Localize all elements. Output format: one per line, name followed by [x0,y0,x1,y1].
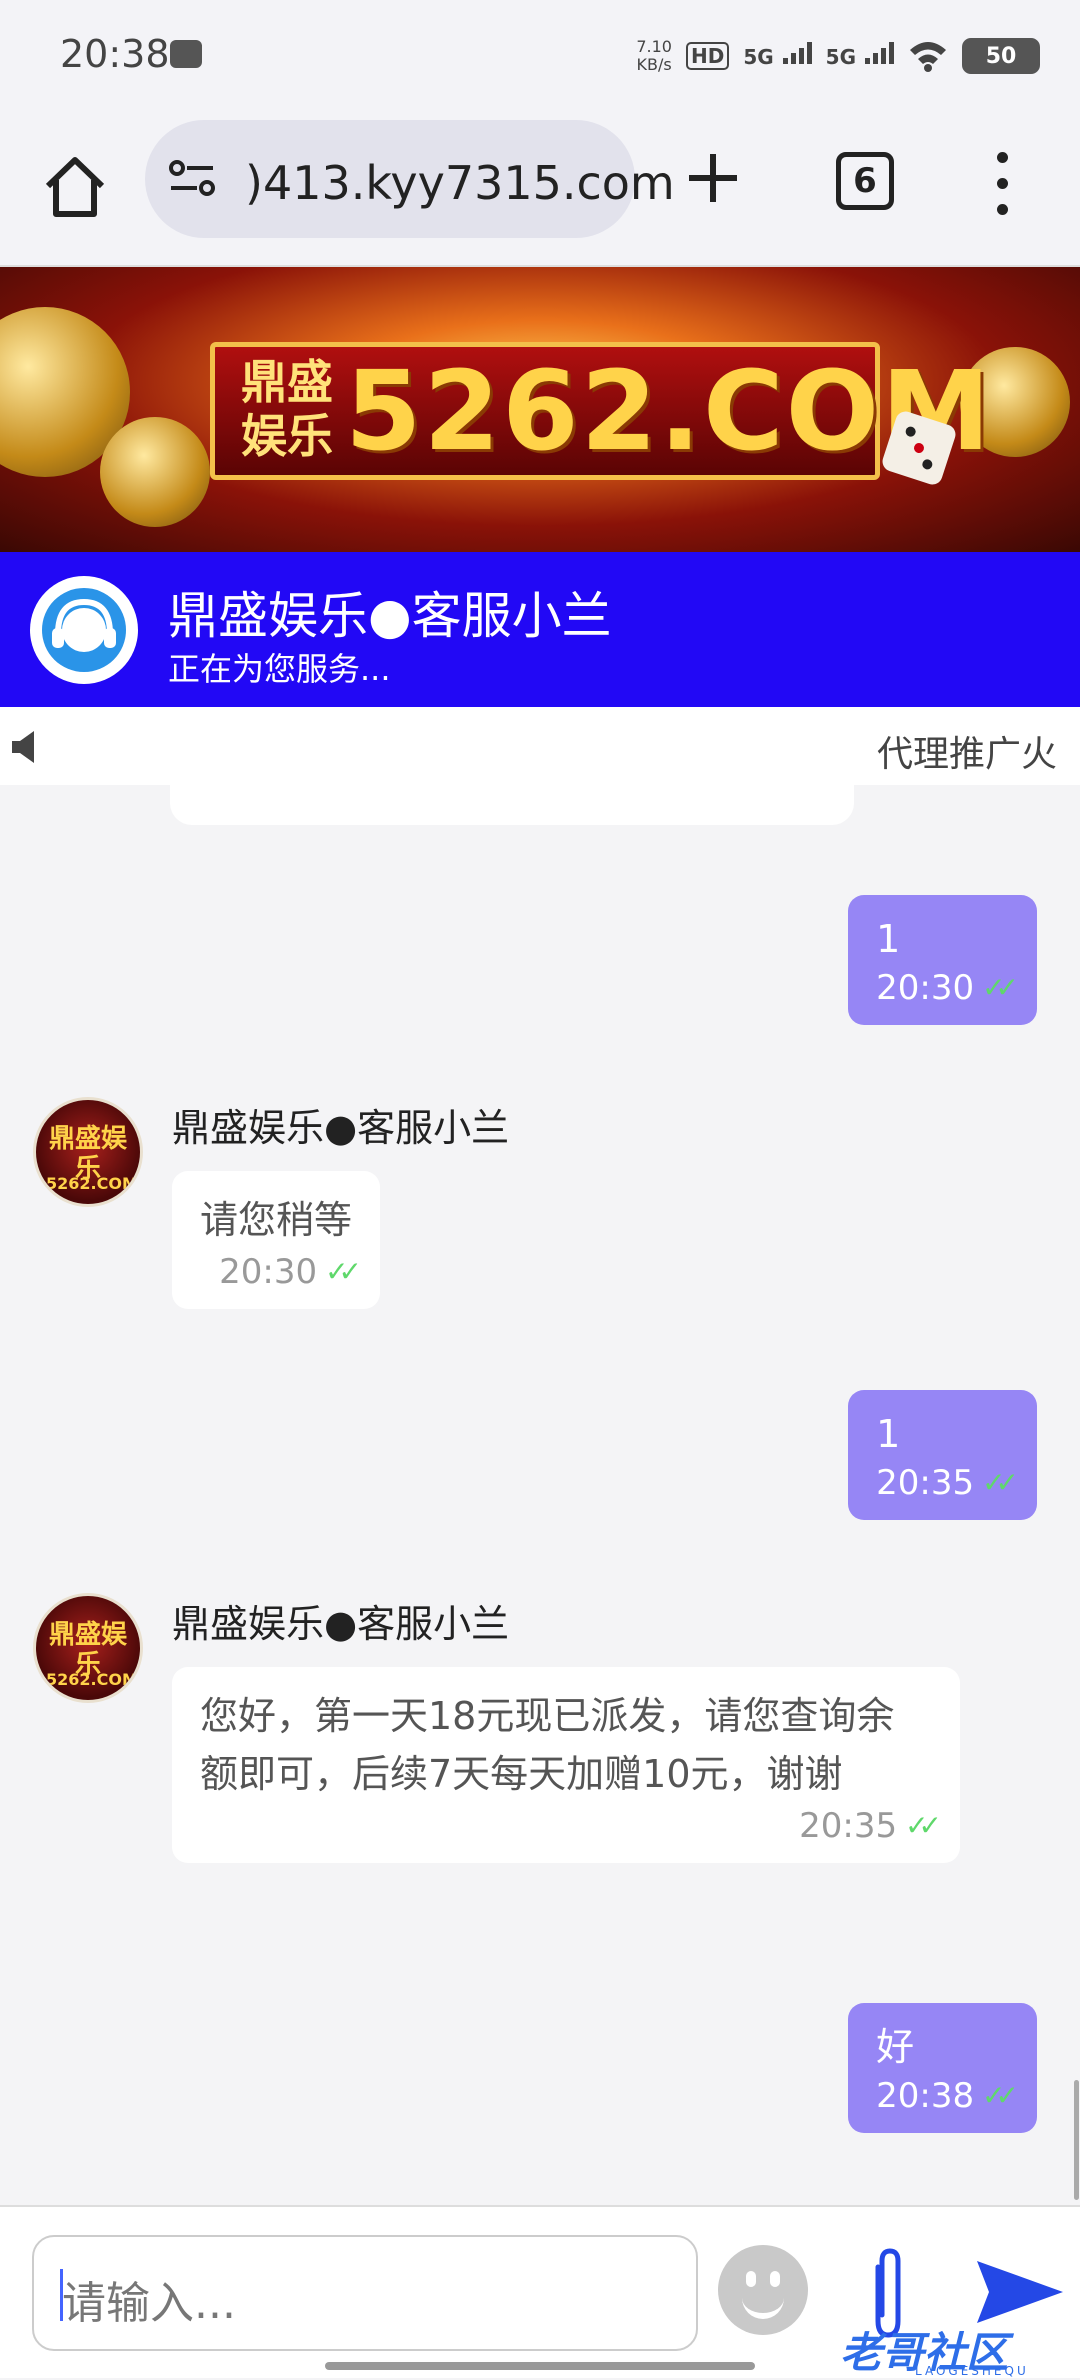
banner-logo: 鼎盛 娱乐 5262.COM [210,342,991,480]
address-bar[interactable]: )413.kyy7315.com [145,120,675,238]
message-time: 20:30 [219,1252,318,1292]
marquee-text: 代理推广火 [877,734,1058,775]
read-check-icon: ✓✓ [982,2079,1019,2112]
gesture-navigation-bar[interactable] [325,2362,755,2370]
promo-banner[interactable]: 鼎盛 娱乐 5262.COM [0,267,1080,552]
tab-switcher-icon[interactable]: 6 [836,152,894,210]
agent-avatar: 鼎盛娱乐 5262.COM [33,1097,143,1207]
message-input[interactable]: 请输入... [32,2235,698,2351]
incoming-message: 您好，第一天18元现已派发，请您查询余额即可，后续7天每天加赠10元，谢谢 20… [172,1667,960,1863]
banner-brand: 鼎盛 娱乐 [241,355,333,463]
signal-1: 5G [743,42,812,70]
net-speed: 7.10 KB/s [636,37,672,74]
send-icon[interactable] [975,2257,1065,2327]
outgoing-message: 好 20:38 ✓✓ [848,2003,1037,2133]
read-check-icon: ✓✓ [325,1255,362,1288]
url-text[interactable]: )413.kyy7315.com [245,156,675,210]
previous-message-bubble [170,785,854,825]
announcement-marquee: 代理推广火 [0,707,1080,785]
chat-header: 鼎盛娱乐●客服小兰 正在为您服务... [0,552,1080,707]
headset-icon [42,588,126,672]
hd-badge: HD [685,42,730,70]
new-tab-plus-icon[interactable] [683,148,743,208]
read-check-icon: ✓✓ [982,1466,1019,1499]
signal-bars-icon [782,42,812,64]
incoming-message: 请您稍等 20:30 ✓✓ [172,1171,381,1309]
sender-name: 鼎盛娱乐●客服小兰 [172,1602,510,1646]
agent-name: 鼎盛娱乐●客服小兰 [168,587,612,645]
emoji-icon[interactable] [718,2245,808,2335]
speaker-icon [12,731,34,763]
agent-status: 正在为您服务... [168,650,391,688]
composer-bar: 请输入... 老哥社区 LAOGESHEQU [0,2205,1080,2378]
outgoing-message: 1 20:35 ✓✓ [848,1390,1037,1520]
chat-messages: 1 20:30 ✓✓ 鼎盛娱乐 5262.COM 鼎盛娱乐●客服小兰 请您稍等 … [0,785,1080,2205]
camera-icon [170,40,202,68]
scrollbar[interactable] [1074,2080,1079,2200]
message-time: 20:35 [876,1463,975,1503]
wifi-icon [910,42,946,72]
signal-2: 5G [826,42,894,70]
home-icon[interactable] [40,152,110,222]
message-time: 20:38 [876,2076,975,2116]
agent-avatar [30,576,138,684]
signal-bars-icon [865,42,894,64]
coin-decoration [100,417,210,527]
status-time: 20:38 [60,32,170,76]
site-settings-icon[interactable] [167,158,217,198]
input-placeholder: 请输入... [62,2278,236,2329]
message-time: 20:30 [876,968,975,1008]
status-bar: 20:38 7.10 KB/s HD 5G 5G 50 [0,0,1080,110]
status-icons: 7.10 KB/s HD 5G 5G 50 [636,38,1040,74]
browser-toolbar: )413.kyy7315.com 6 [0,110,1080,267]
read-check-icon: ✓✓ [982,971,1019,1004]
read-check-icon: ✓✓ [905,1809,942,1842]
agent-avatar: 鼎盛娱乐 5262.COM [33,1593,143,1703]
sender-name: 鼎盛娱乐●客服小兰 [172,1106,510,1150]
battery-icon: 50 [962,38,1040,74]
menu-icon[interactable] [993,152,1011,220]
outgoing-message: 1 20:30 ✓✓ [848,895,1037,1025]
message-time: 20:35 [799,1806,898,1846]
